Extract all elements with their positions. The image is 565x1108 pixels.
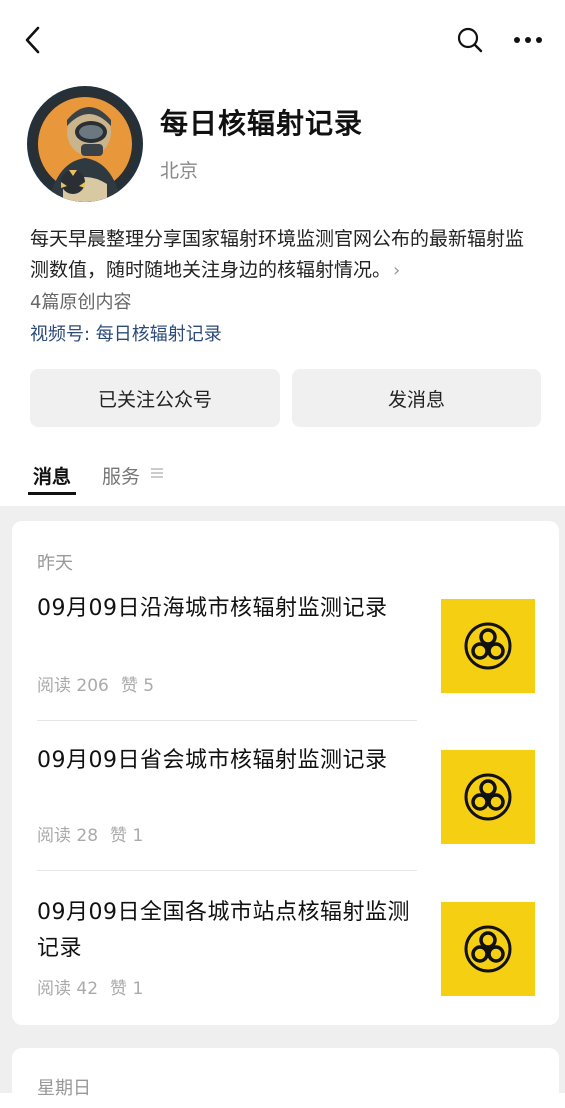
menu-lines-icon xyxy=(151,468,163,478)
description-text: 每天早晨整理分享国家辐射环境监测官网公布的最新辐射监测数值，随时随地关注身边的核… xyxy=(30,228,525,281)
video-channel-link[interactable]: 视频号: 每日核辐射记录 xyxy=(30,320,222,346)
like-count: 赞 5 xyxy=(120,676,155,696)
account-description[interactable]: 每天早晨整理分享国家辐射环境监测官网公布的最新辐射监测数值，随时随地关注身边的核… xyxy=(30,224,540,286)
tab-services[interactable]: 服务 xyxy=(102,462,140,489)
top-nav xyxy=(0,0,565,84)
tab-messages[interactable]: 消息 xyxy=(33,462,71,489)
message-group-card: 昨天 09月09日沿海城市核辐射监测记录 阅读 206 赞 5 09月09日省会城… xyxy=(12,521,559,1025)
account-location: 北京 xyxy=(160,160,199,182)
biohazard-icon xyxy=(464,622,512,670)
article-title: 09月09日省会城市核辐射监测记录 xyxy=(37,748,388,773)
active-tab-indicator xyxy=(28,492,76,495)
more-button[interactable] xyxy=(508,20,548,60)
article-item[interactable]: 09月09日沿海城市核辐射监测记录 阅读 206 赞 5 xyxy=(37,591,547,701)
account-avatar[interactable] xyxy=(27,86,143,202)
group-date: 昨天 xyxy=(37,553,73,574)
article-stats: 阅读 206 赞 5 xyxy=(37,671,166,696)
original-content-count[interactable]: 4篇原创内容 xyxy=(30,288,131,314)
group-date: 星期日 xyxy=(37,1078,91,1099)
like-count: 赞 1 xyxy=(110,826,144,846)
send-message-button[interactable]: 发消息 xyxy=(292,369,541,427)
article-stats: 阅读 42 赞 1 xyxy=(37,974,155,999)
back-button[interactable] xyxy=(14,20,54,60)
chevron-left-icon xyxy=(25,26,40,54)
article-thumbnail xyxy=(441,902,535,996)
article-title: 09月09日沿海城市核辐射监测记录 xyxy=(37,596,388,621)
biohazard-icon xyxy=(464,773,512,821)
divider xyxy=(37,870,417,871)
message-group-card: 星期日 xyxy=(12,1048,559,1108)
account-name: 每日核辐射记录 xyxy=(160,107,364,140)
like-count: 赞 1 xyxy=(110,979,144,999)
more-dots-icon xyxy=(514,37,542,43)
article-item[interactable]: 09月09日全国各城市站点核辐射监测记录 阅读 42 赞 1 xyxy=(37,895,547,1005)
read-count: 阅读 206 xyxy=(37,676,109,696)
read-count: 阅读 28 xyxy=(37,826,99,846)
read-count: 阅读 42 xyxy=(37,979,99,999)
article-title: 09月09日全国各城市站点核辐射监测记录 xyxy=(37,900,410,961)
followed-button[interactable]: 已关注公众号 xyxy=(30,369,280,427)
article-stats: 阅读 28 赞 1 xyxy=(37,821,155,846)
search-button[interactable] xyxy=(450,20,490,60)
article-thumbnail xyxy=(441,599,535,693)
chevron-right-icon: › xyxy=(393,260,401,281)
biohazard-icon xyxy=(464,925,512,973)
article-item[interactable]: 09月09日省会城市核辐射监测记录 阅读 28 赞 1 xyxy=(37,743,547,853)
search-icon xyxy=(457,27,483,53)
hazmat-avatar-image xyxy=(32,91,138,202)
article-thumbnail xyxy=(441,750,535,844)
divider xyxy=(37,720,417,721)
